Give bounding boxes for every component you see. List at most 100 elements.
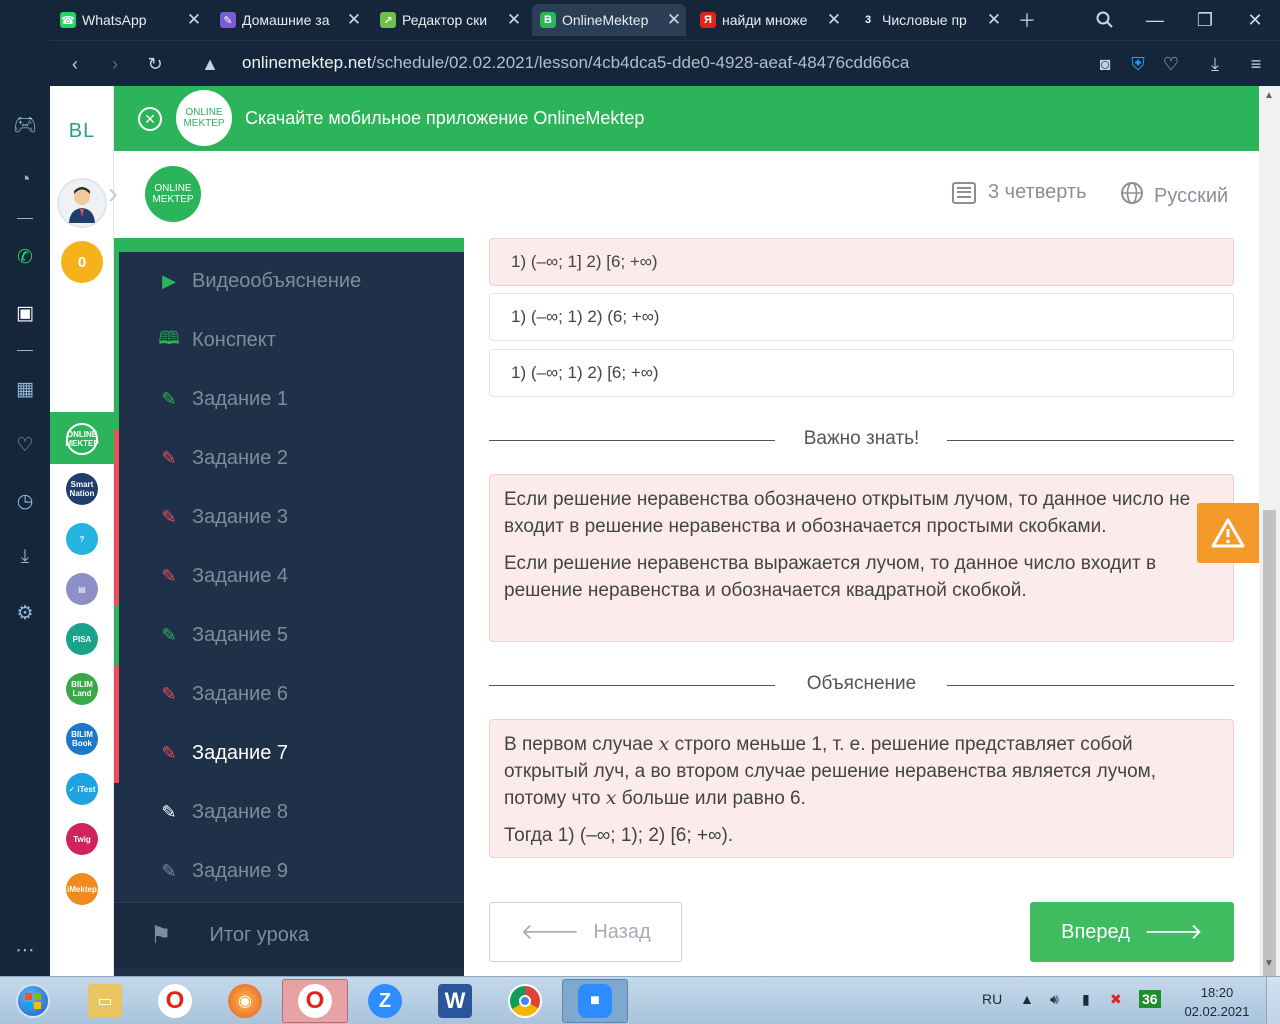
scroll-thumb[interactable] [1263,510,1276,985]
taskbar-zoom[interactable]: ■ [562,979,628,1023]
taskbar-firefox[interactable]: ◉ [212,979,278,1023]
lesson-nav-item[interactable]: ✎ Задание 3 [114,488,464,547]
lesson-nav-item[interactable]: ✎ Задание 9 [114,842,464,901]
rail-app-link[interactable]: ? [66,523,98,555]
heart-icon[interactable]: ♡ [10,430,40,460]
rail-app-link[interactable]: ✓ iTest [66,773,98,805]
expand-chevron-icon[interactable]: › [108,177,128,211]
rail-app-link[interactable]: Twig [66,823,98,855]
taskbar-opera[interactable]: O [142,979,208,1023]
favorite-heart-icon[interactable]: ♡ [1158,51,1184,77]
new-tab-plus-icon[interactable]: ＋ [1012,6,1042,34]
close-tab-icon[interactable]: ✕ [502,10,526,30]
rail-app-link[interactable]: iMektep [66,873,98,905]
url-field[interactable]: onlinemektep.net/schedule/02.02.2021/les… [242,53,909,73]
lesson-nav-item[interactable]: ✎ Задание 5 [114,606,464,665]
history-clock-icon[interactable]: ◷ [10,486,40,516]
taskbar-chrome[interactable] [492,979,558,1023]
search-tabs-icon[interactable] [1090,6,1120,34]
clock[interactable]: 18:20 02.02.2021 [1180,983,1254,1021]
rail-app-link[interactable]: ONLINE MEKTEP [65,423,99,455]
rail-app-link[interactable]: ▤ [66,573,98,605]
settings-gear-icon[interactable]: ⚙ [10,598,40,628]
close-tab-icon[interactable]: ✕ [662,10,686,30]
camera-icon[interactable]: ◙ [1092,51,1118,77]
lesson-nav-item[interactable]: ▶ Видеообъяснение [114,252,464,311]
lesson-summary-item[interactable]: ⚑ Итог урока [114,902,464,968]
scroll-up-icon[interactable]: ▲ [1264,90,1274,101]
speed-dial-icon[interactable]: ◔ [10,165,40,195]
start-button[interactable] [0,979,66,1023]
close-tab-icon[interactable]: ✕ [182,10,206,30]
minimize-icon[interactable]: — [1140,6,1170,34]
close-tab-icon[interactable]: ✕ [342,10,366,30]
explanation-conclusion: Тогда 1) (–∞; 1); 2) [6; +∞). [504,825,734,846]
rail-app-link[interactable]: Smart Nation [66,473,98,505]
reload-icon[interactable]: ↻ [142,51,168,77]
back-arrow-icon[interactable]: ‹ [62,51,88,77]
report-problem-button[interactable] [1197,503,1259,563]
next-button[interactable]: Вперед 🡒 [1030,902,1234,962]
answer-option[interactable]: 1) (–∞; 1) 2) [6; +∞) [489,349,1234,397]
banner-logo[interactable]: ONLINE MEKTEP [176,90,232,146]
lesson-nav-item[interactable]: ✎ Задание 2 [114,429,464,488]
downloads-icon[interactable]: ⤓ [10,542,40,572]
back-button[interactable]: 🡐 Назад [489,902,682,962]
language-indicator[interactable]: RU [982,991,1002,1007]
close-banner-icon[interactable]: ✕ [138,107,162,131]
browser-tab[interactable]: 3 Числовые пр ✕ [852,4,1006,36]
browser-tab-title: WhatsApp [82,12,147,28]
browser-tab[interactable]: B OnlineMektep ✕ [532,4,686,36]
bl-logo[interactable]: BL [60,120,104,143]
forward-arrow-icon[interactable]: › [102,51,128,77]
avatar[interactable] [57,178,107,228]
close-window-icon[interactable]: ✕ [1240,6,1270,34]
tray-badge[interactable]: 36 [1139,990,1161,1008]
play-icon: ▶ [162,271,176,291]
download-icon[interactable]: ⤓ [1202,51,1228,77]
show-hidden-icons[interactable]: ▲ [1020,991,1034,1007]
lesson-nav-item[interactable]: ✎ Задание 4 [114,547,464,606]
site-logo[interactable]: ONLINE MEKTEP [145,166,201,222]
taskbar-word[interactable]: W [422,979,488,1023]
taskbar-opera-gx[interactable]: O [282,979,348,1023]
browser-tab[interactable]: ☎ WhatsApp ✕ [52,4,206,36]
rail-app-link[interactable]: BILIM Land [66,673,98,705]
more-dots-icon[interactable]: ⋯ [10,935,40,965]
browser-tab[interactable]: Янайди множе ✕ [692,4,846,36]
restore-window-icon[interactable]: ❐ [1190,6,1220,34]
rail-app-link[interactable]: PISA [66,623,98,655]
close-tab-icon[interactable]: ✕ [822,10,846,30]
close-tab-icon[interactable]: ✕ [982,10,1006,30]
lesson-nav-item[interactable]: 🕮 Конспект [114,311,464,370]
discord-icon[interactable]: ▣ [10,298,40,328]
language-selector[interactable]: Русский [1120,181,1228,211]
gamepad-icon[interactable]: 🎮︎ [10,110,40,140]
lesson-nav-item[interactable]: ✎ Задание 6 [114,665,464,724]
apps-grid-icon[interactable]: ▦ [10,374,40,404]
list-icon [952,181,976,204]
taskbar-explorer[interactable]: ▭ [72,979,138,1023]
scroll-down-icon[interactable]: ▼ [1264,958,1274,969]
antivirus-icon[interactable]: ✖ [1110,991,1122,1008]
lesson-nav-item[interactable]: ✎ Задание 1 [114,370,464,429]
taskbar-zoom-app[interactable]: Z [352,979,418,1023]
lesson-nav-item[interactable]: ✎ Задание 7 [114,724,464,783]
show-desktop-button[interactable] [1266,977,1280,1024]
quarter-selector[interactable]: 3 четверть [952,181,1087,204]
page-scrollbar[interactable]: ▲ ▼ [1259,86,1280,985]
warning-triangle-icon[interactable]: ▲ [197,51,223,77]
volume-icon[interactable]: 🔊︎ [1050,991,1059,1008]
banner-text[interactable]: Скачайте мобильное приложение OnlineMekt… [245,108,644,129]
rail-app-link[interactable]: BILIM Book [66,723,98,755]
lesson-nav-item[interactable]: ✎ Задание 8 [114,783,464,842]
vpn-shield-icon[interactable]: ⛨ [1125,51,1151,77]
browser-tab[interactable]: ✎ Домашние за ✕ [212,4,366,36]
browser-tab[interactable]: ↗ Редактор ски ✕ [372,4,526,36]
answer-option-selected[interactable]: 1) (–∞; 1] 2) [6; +∞) [489,238,1234,286]
easy-setup-icon[interactable]: ≡ [1243,51,1269,77]
answer-option[interactable]: 1) (–∞; 1) 2) (6; +∞) [489,293,1234,341]
banner-logo-line1: ONLINE [185,107,223,118]
network-signal-icon[interactable]: ▮ [1082,991,1090,1008]
whatsapp-icon[interactable]: ✆ [10,242,40,272]
